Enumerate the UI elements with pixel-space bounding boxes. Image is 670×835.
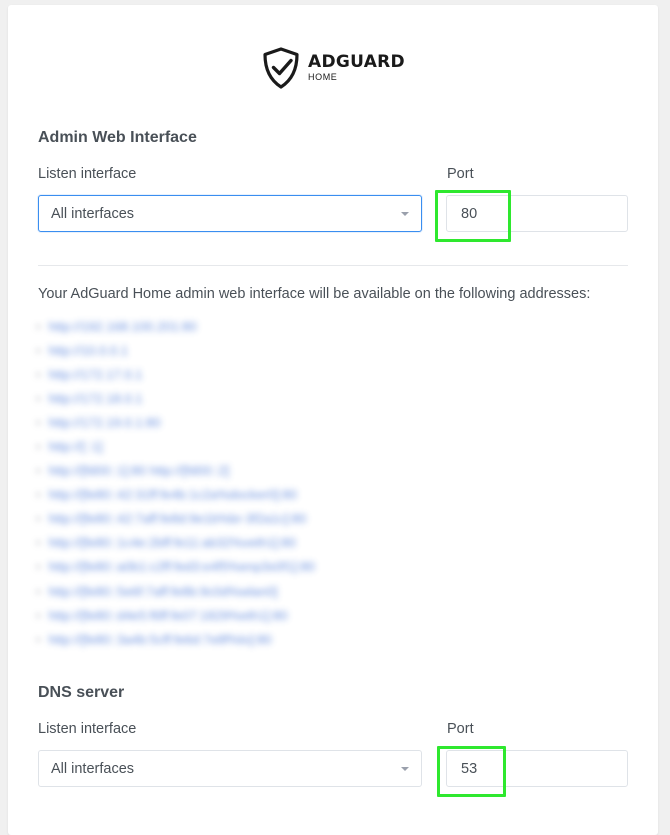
address-link[interactable]: http://[fe80::42:7aff:fe8d:9e1b%br-3f2a1… — [49, 511, 307, 526]
dns-listen-value: All interfaces — [51, 760, 135, 777]
admin-port-input[interactable]: 80 — [446, 195, 628, 232]
admin-section-title: Admin Web Interface — [38, 129, 197, 146]
list-item[interactable]: • http://172.19.0.1:80 — [36, 410, 416, 434]
logo-subtitle: HOME — [308, 72, 338, 82]
dns-section-title: DNS server — [38, 684, 125, 701]
dns-listen-label: Listen interface — [38, 721, 137, 737]
chevron-down-icon — [401, 212, 409, 216]
address-link[interactable]: http://[fe80::5e6f:7aff:fe8b:9c0d%wlan0] — [49, 584, 278, 599]
logo-name: ADGUARD — [308, 52, 405, 72]
address-link[interactable]: http://[::1] — [49, 439, 103, 454]
address-list: • http://192.168.100.201:80 • http://10.0.… — [36, 314, 416, 651]
list-item[interactable]: • http://10.0.0.1 — [36, 338, 416, 362]
dns-port-input[interactable]: 53 — [446, 750, 628, 787]
address-link[interactable]: http://[fe80::1c4e:2bff:fe11:ab32%veth1]… — [49, 535, 296, 550]
list-item[interactable]: • http://[fe80::d4e5:f6ff:fe07:1829%eth1]… — [36, 603, 416, 627]
address-link[interactable]: http://172.18.0.1 — [49, 391, 143, 406]
list-item[interactable]: • http://[fe80::42:7aff:fe8d:9e1b%br-3f2a… — [36, 507, 416, 531]
address-link[interactable]: http://192.168.100.201:80 — [49, 319, 197, 334]
address-link[interactable]: http://[fd00::1]:80 http://[fd00::2] — [49, 463, 230, 478]
address-link[interactable]: http://[fe80::a0b1:c2ff:fed3:e4f5%enp3s0… — [49, 559, 315, 574]
admin-listen-value: All interfaces — [51, 205, 135, 222]
list-item[interactable]: • http://172.17.0.1 — [36, 362, 416, 386]
chevron-down-icon — [401, 767, 409, 771]
list-item[interactable]: • http://[::1] — [36, 434, 416, 458]
list-item[interactable]: • http://[fe80::1c4e:2bff:fe11:ab32%veth1… — [36, 531, 416, 555]
address-link[interactable]: http://172.19.0.1:80 — [49, 415, 161, 430]
list-item[interactable]: • http://[fe80::5e6f:7aff:fe8b:9c0d%wlan0… — [36, 579, 416, 603]
admin-port-value: 80 — [461, 205, 478, 222]
dns-port-label: Port — [447, 721, 474, 737]
list-item[interactable]: • http://192.168.100.201:80 — [36, 314, 416, 338]
dns-listen-select[interactable]: All interfaces — [38, 750, 422, 787]
adguard-shield-icon — [263, 47, 299, 89]
adguard-logo: ADGUARD HOME — [262, 47, 405, 89]
setup-card: ADGUARD HOME Admin Web Interface Listen … — [8, 5, 658, 835]
address-link[interactable]: http://[fe80::42:31ff:fe4b:1c2a%docker0]… — [49, 487, 297, 502]
admin-listen-label: Listen interface — [38, 166, 137, 182]
list-item[interactable]: • http://172.18.0.1 — [36, 386, 416, 410]
address-link[interactable]: http://[fe80::d4e5:f6ff:fe07:1829%eth1]:… — [49, 608, 288, 623]
address-link[interactable]: http://172.17.0.1 — [49, 367, 143, 382]
section-divider — [38, 265, 628, 266]
list-item[interactable]: • http://[fe80::42:31ff:fe4b:1c2a%docker0… — [36, 483, 416, 507]
admin-listen-select[interactable]: All interfaces — [38, 195, 422, 232]
addresses-info-text: Your AdGuard Home admin web interface wi… — [38, 286, 591, 302]
address-link[interactable]: http://10.0.0.1 — [49, 343, 129, 358]
list-item[interactable]: • http://[fe80::3a4b:5cff:fe6d:7e8f%lo]:8… — [36, 627, 416, 651]
admin-port-label: Port — [447, 166, 474, 182]
dns-port-value: 53 — [461, 760, 478, 777]
list-item[interactable]: • http://[fe80::a0b1:c2ff:fed3:e4f5%enp3s… — [36, 555, 416, 579]
address-link[interactable]: http://[fe80::3a4b:5cff:fe6d:7e8f%lo]:80 — [49, 632, 272, 647]
list-item[interactable]: • http://[fd00::1]:80 http://[fd00::2] — [36, 459, 416, 483]
